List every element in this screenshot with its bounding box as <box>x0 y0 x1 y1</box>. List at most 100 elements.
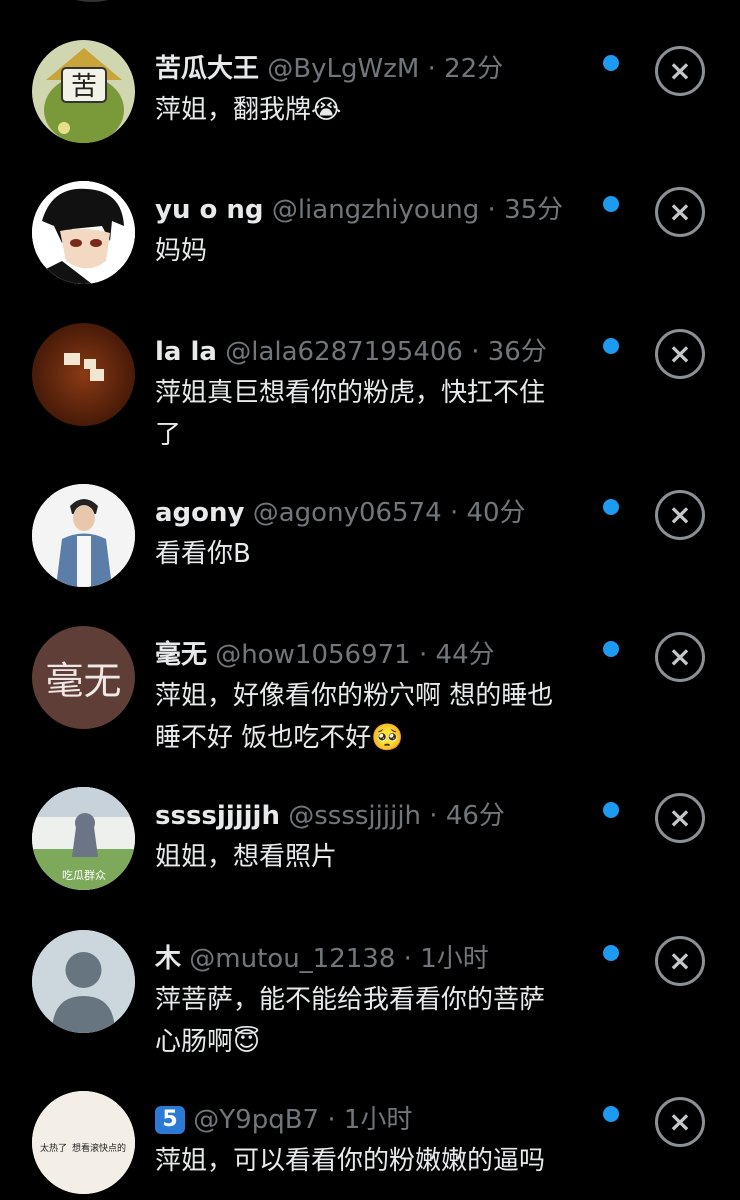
display-name[interactable]: agony <box>155 498 244 528</box>
comment-header: yu o ng @liangzhiyoung · 35分 <box>155 194 585 226</box>
dice-icon <box>32 323 135 426</box>
user-handle[interactable]: @ssssjjjjjh <box>288 801 421 831</box>
unread-indicator <box>603 802 619 818</box>
timestamp[interactable]: 35分 <box>504 195 563 225</box>
avatar[interactable]: 吃瓜群众 <box>32 787 135 890</box>
display-name[interactable]: la la <box>155 337 217 367</box>
comment-header: 毫无 @how1056971 · 44分 <box>155 639 585 671</box>
user-handle[interactable]: @Y9pqB7 <box>193 1105 319 1135</box>
comment-text: 萍姐，可以看看你的粉嫩嫩的逼吗 <box>155 1146 546 1176</box>
avatar[interactable] <box>32 484 135 587</box>
close-x-icon: × <box>668 944 692 977</box>
timestamp[interactable]: 22分 <box>444 54 503 84</box>
unread-indicator <box>603 1106 619 1122</box>
close-x-icon: × <box>668 337 692 370</box>
dismiss-button[interactable]: × <box>655 490 705 540</box>
unread-indicator <box>603 499 619 515</box>
comment-header: 苦瓜大王 @ByLgWzM · 22分 <box>155 53 585 85</box>
close-x-icon: × <box>668 195 692 228</box>
default-profile-icon <box>32 930 135 1033</box>
comment-text: 妈妈 <box>155 236 208 266</box>
timestamp[interactable]: 1小时 <box>344 1105 413 1135</box>
comment-text-line: 心肠啊😇 <box>155 1027 261 1057</box>
separator-dot: · <box>471 337 480 367</box>
timestamp[interactable]: 46分 <box>446 801 505 831</box>
svg-text:吃瓜群众: 吃瓜群众 <box>62 868 106 882</box>
separator-dot: · <box>327 1105 336 1135</box>
dismiss-button[interactable]: × <box>655 1097 705 1147</box>
avatar[interactable] <box>32 181 135 284</box>
avatar[interactable]: 毫无 <box>32 626 135 729</box>
user-handle[interactable]: @ByLgWzM <box>267 54 419 84</box>
user-handle[interactable]: @lala6287195406 <box>225 337 463 367</box>
close-x-icon: × <box>668 54 692 87</box>
separator-dot: · <box>403 944 412 974</box>
comment-text: 萍菩萨，能不能给我看看你的菩萨 心肠啊😇 <box>155 979 585 1063</box>
comment-header: agony @agony06574 · 40分 <box>155 497 585 529</box>
comment-header: 木 @mutou_12138 · 1小时 <box>155 943 585 975</box>
display-name[interactable]: 毫无 <box>155 640 207 670</box>
close-x-icon: × <box>668 1105 692 1138</box>
avatar[interactable] <box>32 323 135 426</box>
user-handle[interactable]: @how1056971 <box>215 640 410 670</box>
display-name[interactable]: 苦瓜大王 <box>155 54 259 84</box>
comment-text-line: 萍姐，好像看你的粉穴啊 想的睡也 <box>155 681 554 711</box>
avatar[interactable]: 苦 <box>32 40 135 143</box>
svg-text:苦: 苦 <box>71 72 97 102</box>
comment-text: 姐姐，想看照片 <box>155 842 338 872</box>
dismiss-button[interactable]: × <box>655 46 705 96</box>
cartoon-cat-icon: 吃瓜群众 <box>32 787 135 890</box>
display-name[interactable]: 木 <box>155 944 181 974</box>
comment-text-line: 萍姐真巨想看你的粉虎，快扛不住 <box>155 378 546 408</box>
comment-text: 萍姐，翻我牌😭 <box>155 95 342 125</box>
anime-boy-icon <box>32 181 135 284</box>
close-x-icon: × <box>668 498 692 531</box>
close-x-icon: × <box>668 801 692 834</box>
comment-header: 5 @Y9pqB7 · 1小时 <box>155 1104 585 1136</box>
bitter-melon-king-icon: 苦 <box>32 40 135 143</box>
svg-text:太热了: 太热了 <box>40 1142 67 1154</box>
previous-avatar-edge <box>68 0 116 2</box>
unread-indicator <box>603 641 619 657</box>
unread-indicator <box>603 945 619 961</box>
man-in-denim-jacket-icon <box>32 484 135 587</box>
comment-header: la la @lala6287195406 · 36分 <box>155 336 585 368</box>
unread-indicator <box>603 196 619 212</box>
separator-dot: · <box>419 640 428 670</box>
comment-text-line: 萍菩萨，能不能给我看看你的菩萨 <box>155 985 546 1015</box>
display-name[interactable]: ssssjjjjjh <box>155 801 280 831</box>
text-image-avatar-icon: 太热了 想看滚快点的 <box>32 1091 135 1194</box>
svg-text:想看滚快点的: 想看滚快点的 <box>72 1142 126 1154</box>
comment-text: 看看你B <box>155 539 251 569</box>
user-handle[interactable]: @mutou_12138 <box>189 944 395 974</box>
avatar-text: 毫无 <box>45 659 122 703</box>
timestamp[interactable]: 44分 <box>436 640 495 670</box>
dismiss-button[interactable]: × <box>655 187 705 237</box>
comment-header: ssssjjjjjh @ssssjjjjjh · 46分 <box>155 800 585 832</box>
user-handle[interactable]: @liangzhiyoung <box>272 195 479 225</box>
unread-indicator <box>603 55 619 71</box>
display-name[interactable]: yu o ng <box>155 195 264 225</box>
separator-dot: · <box>487 195 496 225</box>
comment-text-line: 睡不好 饭也吃不好🥺 <box>155 723 404 753</box>
timestamp[interactable]: 1小时 <box>420 944 489 974</box>
timestamp[interactable]: 40分 <box>466 498 525 528</box>
comment-text-line: 了 <box>155 420 182 450</box>
separator-dot: · <box>429 801 438 831</box>
display-name[interactable]: 5 <box>155 1105 185 1135</box>
comment-text: 萍姐，好像看你的粉穴啊 想的睡也 睡不好 饭也吃不好🥺 <box>155 675 585 759</box>
user-handle[interactable]: @agony06574 <box>253 498 442 528</box>
timestamp[interactable]: 36分 <box>488 337 547 367</box>
avatar[interactable] <box>32 930 135 1033</box>
close-x-icon: × <box>668 640 692 673</box>
dismiss-button[interactable]: × <box>655 793 705 843</box>
dismiss-button[interactable]: × <box>655 936 705 986</box>
keycap-number-icon: 5 <box>155 1106 185 1134</box>
separator-dot: · <box>449 498 459 528</box>
comment-text: 萍姐真巨想看你的粉虎，快扛不住 了 <box>155 372 585 456</box>
avatar[interactable]: 太热了 想看滚快点的 <box>32 1091 135 1194</box>
dismiss-button[interactable]: × <box>655 329 705 379</box>
dismiss-button[interactable]: × <box>655 632 705 682</box>
unread-indicator <box>603 338 619 354</box>
separator-dot: · <box>427 54 436 84</box>
